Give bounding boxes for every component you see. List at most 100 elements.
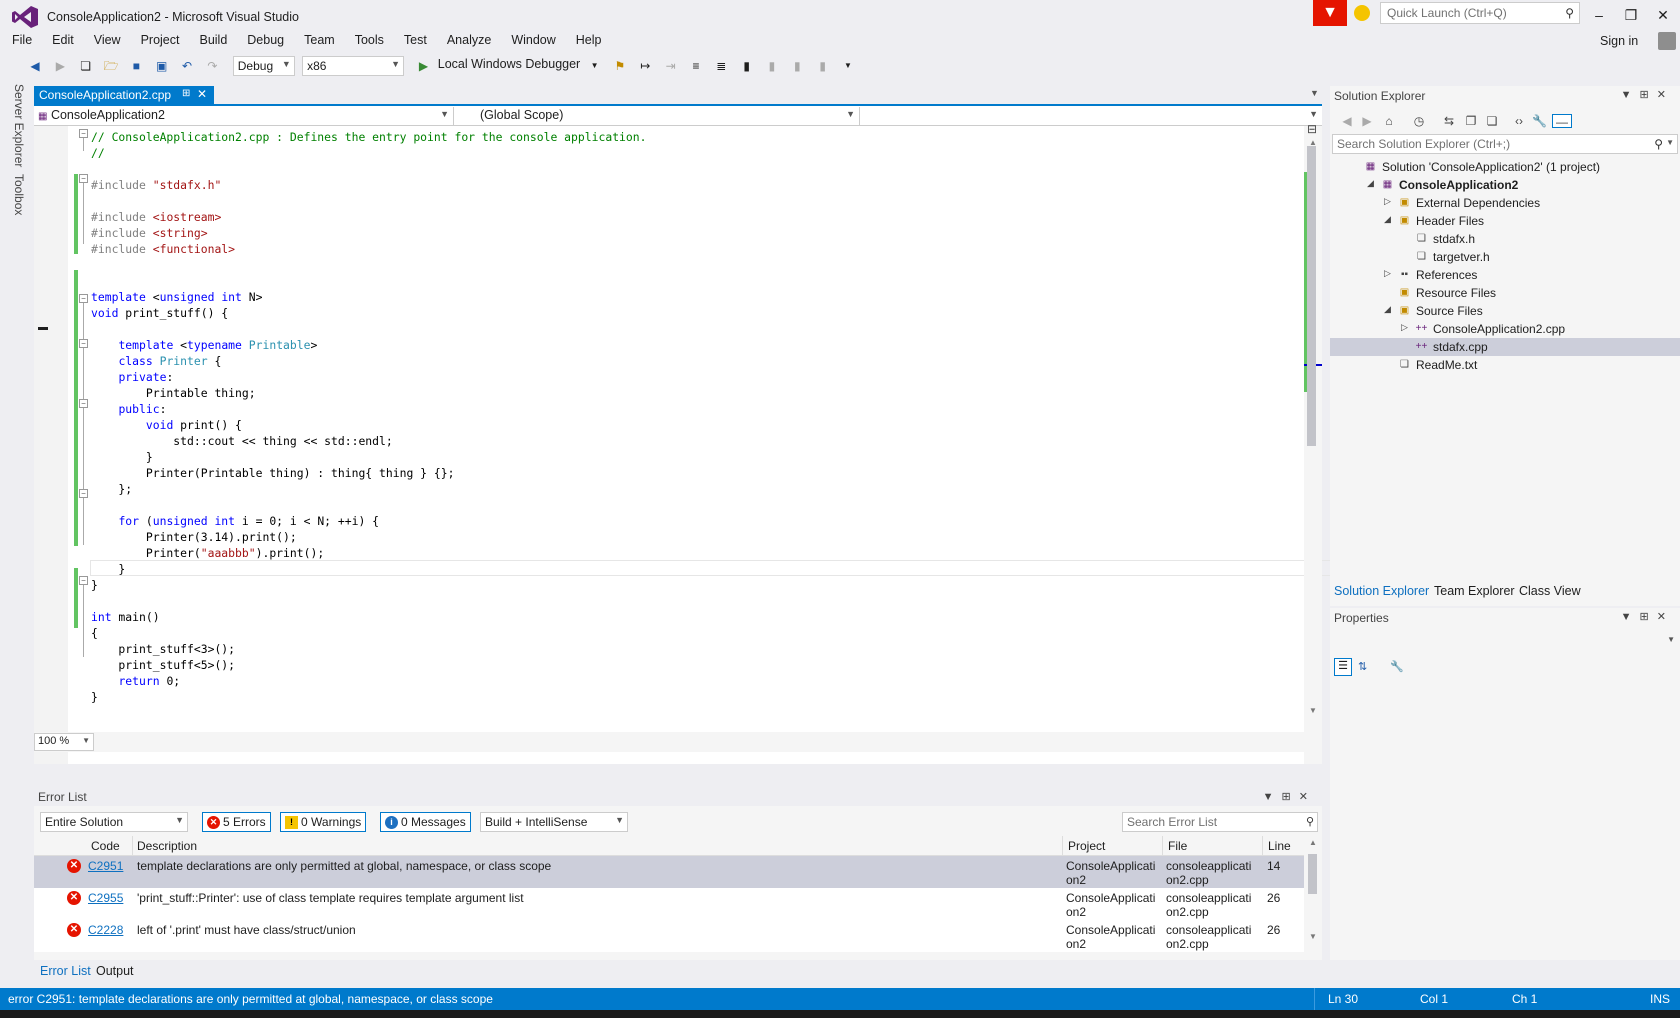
tree-item[interactable]: ++ stdafx.cpp — [1330, 338, 1680, 356]
expanded-arrow-icon[interactable]: ◢ — [1384, 214, 1391, 225]
tree-item[interactable]: ▷ ▪▪ References — [1330, 266, 1680, 284]
solution-configuration-select[interactable]: Debug ▼ — [232, 56, 295, 76]
error-list-search-input[interactable]: Search Error List ⚲ — [1122, 812, 1318, 832]
pin-icon[interactable]: ⊞ — [182, 88, 190, 99]
chevron-down-icon[interactable]: ▼ — [587, 58, 603, 74]
bookmark-icon[interactable]: ▮ — [739, 58, 755, 74]
error-row[interactable]: ✕ C2955 'print_stuff::Printer': use of c… — [34, 888, 1304, 920]
step-into-icon[interactable]: ↦ — [637, 58, 653, 74]
menu-build[interactable]: Build — [187, 30, 235, 50]
tree-item[interactable]: ◢ ▦ ConsoleApplication2 — [1330, 176, 1680, 194]
collapse-region-icon[interactable]: − — [79, 489, 88, 498]
column-header-file[interactable]: File — [1168, 839, 1187, 853]
error-code-link[interactable]: C2951 — [88, 859, 123, 873]
warnings-filter-button[interactable]: ! 0 Warnings — [280, 812, 367, 832]
tree-item[interactable]: ▷ ▣ External Dependencies — [1330, 194, 1680, 212]
user-avatar-icon[interactable] — [1658, 32, 1676, 50]
save-all-icon[interactable]: ▣ — [154, 58, 170, 74]
document-tab[interactable]: ConsoleApplication2.cpp ⊞ ✕ — [34, 86, 214, 105]
start-debugger-button[interactable]: Local Windows Debugger — [438, 57, 580, 71]
scope-navigation-select[interactable]: (Global Scope) ▼ — [460, 107, 860, 125]
redo-icon[interactable]: ↷ — [204, 58, 220, 74]
error-list-scroll-thumb[interactable] — [1308, 854, 1317, 894]
save-icon[interactable]: ■ — [128, 58, 144, 74]
categorized-icon[interactable]: ☰ — [1334, 658, 1352, 676]
panel-window-controls[interactable]: ▼⊞✕ — [1621, 610, 1674, 623]
error-code-link[interactable]: C2228 — [88, 923, 123, 937]
tree-item[interactable]: ❏ targetver.h — [1330, 248, 1680, 266]
quick-launch-input[interactable]: Quick Launch (Ctrl+Q) ⚲ — [1380, 2, 1580, 24]
menu-help[interactable]: Help — [564, 30, 610, 50]
tree-item[interactable]: ❏ ReadMe.txt — [1330, 356, 1680, 374]
column-header-code[interactable]: Code — [91, 839, 120, 853]
tab-class-view[interactable]: Class View — [1519, 584, 1581, 598]
back-icon[interactable]: ◀ — [1340, 114, 1354, 128]
restore-button[interactable]: ❐ — [1616, 4, 1646, 26]
server-explorer-tab[interactable]: Server Explorer — [12, 84, 26, 167]
tree-item[interactable]: ❏ stdafx.h — [1330, 230, 1680, 248]
zoom-select[interactable]: 100 % ▼ — [34, 733, 94, 751]
tree-item[interactable]: ◢ ▣ Source Files — [1330, 302, 1680, 320]
close-window-button[interactable]: ✕ — [1648, 4, 1678, 26]
forward-icon[interactable]: ▶ — [1360, 114, 1374, 128]
collapsed-arrow-icon[interactable]: ▷ — [1384, 268, 1391, 279]
tab-team-explorer[interactable]: Team Explorer — [1434, 584, 1515, 598]
menu-file[interactable]: File — [0, 30, 40, 50]
start-debugging-icon[interactable]: ▶ — [415, 58, 431, 74]
expanded-arrow-icon[interactable]: ◢ — [1384, 304, 1391, 315]
clear-bookmarks-icon[interactable]: ▮ — [815, 58, 831, 74]
error-code-link[interactable]: C2955 — [88, 891, 123, 905]
menu-window[interactable]: Window — [499, 30, 563, 50]
tree-item[interactable]: ▷ ++ ConsoleApplication2.cpp — [1330, 320, 1680, 338]
preview-selected-icon[interactable]: — — [1552, 114, 1572, 129]
tree-item[interactable]: ▣ Resource Files — [1330, 284, 1680, 302]
collapsed-arrow-icon[interactable]: ▷ — [1384, 196, 1391, 207]
menu-debug[interactable]: Debug — [235, 30, 292, 50]
menu-view[interactable]: View — [82, 30, 129, 50]
notification-flag-icon[interactable]: ▼ — [1313, 0, 1347, 26]
outdent-icon[interactable]: ≣ — [713, 58, 729, 74]
scroll-down-icon[interactable]: ▼ — [1309, 706, 1317, 715]
menu-test[interactable]: Test — [392, 30, 435, 50]
collapse-region-icon[interactable]: − — [79, 576, 88, 585]
indicator-margin[interactable] — [34, 126, 68, 764]
menu-team[interactable]: Team — [292, 30, 343, 50]
sync-icon[interactable]: ⇆ — [1442, 114, 1456, 128]
collapse-region-icon[interactable]: − — [79, 294, 88, 303]
code-text[interactable]: // ConsoleApplication2.cpp : Defines the… — [91, 129, 646, 705]
project-navigation-select[interactable]: ▦ ConsoleApplication2 ▼ — [34, 107, 454, 125]
collapse-region-icon[interactable]: − — [79, 129, 88, 138]
code-editor[interactable]: − − − − − − − // ConsoleApplication2.cpp… — [34, 122, 1340, 764]
panel-window-controls[interactable]: ▼⊞✕ — [1263, 790, 1316, 803]
tab-output[interactable]: Output — [96, 964, 134, 978]
previous-bookmark-icon[interactable]: ▮ — [764, 58, 780, 74]
close-tab-icon[interactable]: ✕ — [197, 87, 207, 101]
next-bookmark-icon[interactable]: ▮ — [789, 58, 805, 74]
collapse-region-icon[interactable]: − — [79, 399, 88, 408]
error-row[interactable]: ✕ C2951 template declarations are only p… — [34, 856, 1304, 888]
find-in-files-icon[interactable]: ⚑ — [612, 58, 628, 74]
tab-overflow-chevron-icon[interactable]: ▼ — [1310, 88, 1319, 98]
collapsed-arrow-icon[interactable]: ▷ — [1401, 322, 1408, 333]
indent-icon[interactable]: ≡ — [688, 58, 704, 74]
menu-tools[interactable]: Tools — [343, 30, 392, 50]
expanded-arrow-icon[interactable]: ◢ — [1367, 178, 1374, 189]
properties-object-select[interactable]: ▼ — [1332, 632, 1678, 650]
split-window-icon[interactable]: ⊟ — [1307, 122, 1317, 136]
column-header-line[interactable]: Line — [1268, 839, 1291, 853]
member-navigation-select[interactable]: ▼ — [866, 107, 1322, 125]
editor-scroll-thumb[interactable] — [1307, 146, 1316, 446]
toolbox-tab[interactable]: Toolbox — [12, 174, 26, 215]
errors-filter-button[interactable]: ✕ 5 Errors — [202, 812, 271, 832]
error-row[interactable]: ✕ C2228 left of '.print' must have class… — [34, 920, 1304, 952]
undo-icon[interactable]: ↶ — [179, 58, 195, 74]
solution-search-input[interactable]: Search Solution Explorer (Ctrl+;) ⚲ ▼ — [1332, 134, 1678, 154]
collapse-region-icon[interactable]: − — [79, 339, 88, 348]
tab-error-list[interactable]: Error List — [40, 964, 91, 978]
collapse-all-icon[interactable]: ❐ — [1464, 114, 1478, 128]
minimize-button[interactable]: – — [1584, 4, 1614, 26]
view-code-icon[interactable]: ‹› — [1512, 114, 1526, 128]
home-icon[interactable]: ⌂ — [1382, 114, 1396, 128]
sign-in-link[interactable]: Sign in — [1600, 34, 1638, 48]
navigate-forward-icon[interactable]: ▶ — [52, 58, 68, 74]
